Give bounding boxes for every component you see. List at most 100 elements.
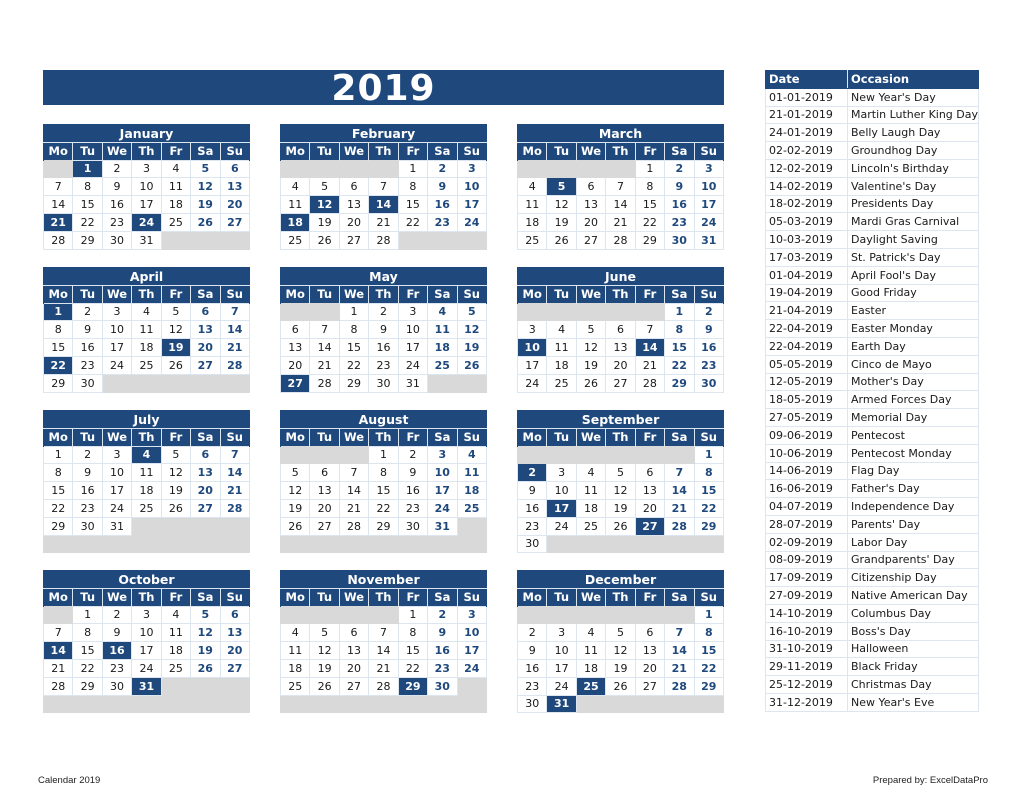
holiday-day-cell: 22 <box>42 355 74 375</box>
day-cell: 1 <box>72 605 103 625</box>
occasion-date: 05-03-2019 <box>765 212 848 232</box>
empty-cell <box>131 516 162 536</box>
day-cell: 5 <box>160 445 192 465</box>
weekday-header: Fr <box>634 285 666 304</box>
occasion-row: 04-07-2019 Independence Day <box>765 497 979 516</box>
day-cell: 15 <box>397 641 429 660</box>
day-cell: 1 <box>693 605 725 625</box>
day-cell: 8 <box>42 320 74 340</box>
month-name: February <box>280 124 487 143</box>
occasion-date: 09-06-2019 <box>765 425 848 445</box>
day-cell: 19 <box>190 641 221 660</box>
day-cell: 1 <box>338 302 370 322</box>
occasion-date: 22-04-2019 <box>765 319 848 338</box>
holiday-day-cell: 31 <box>546 694 577 714</box>
day-cell: 8 <box>368 463 399 483</box>
month-january: January Mo Tu We Th Fr Sa Su 1 2 3 4 5 6 7 8 9 10 11 12 13 14… <box>42 124 251 250</box>
day-cell: 2 <box>72 302 103 322</box>
month-name: March <box>517 124 724 143</box>
empty-cell <box>634 694 666 714</box>
empty-cell <box>190 230 221 250</box>
day-cell: 3 <box>546 463 577 483</box>
day-cell: 24 <box>546 676 577 696</box>
week-row: 30 31 <box>516 694 725 714</box>
empty-cell <box>516 159 548 179</box>
empty-cell <box>397 534 429 554</box>
occasion-name: Columbus Day <box>847 603 979 623</box>
occasion-date: 31-10-2019 <box>765 639 848 659</box>
day-cell: 28 <box>664 516 695 536</box>
empty-cell <box>279 534 311 554</box>
occasion-name: Boss's Day <box>847 621 979 641</box>
day-cell: 7 <box>219 302 251 322</box>
day-cell: 15 <box>693 481 725 500</box>
day-cell: 30 <box>516 534 548 554</box>
day-cell: 9 <box>72 320 103 340</box>
day-cell: 8 <box>693 623 725 643</box>
occasion-date: 16-10-2019 <box>765 621 848 641</box>
day-cell: 27 <box>190 355 221 375</box>
day-cell: 6 <box>219 159 251 179</box>
empty-cell <box>338 159 370 179</box>
empty-cell <box>219 516 251 536</box>
occasion-row: 18-05-2019 Armed Forces Day <box>765 390 979 410</box>
weekday-header: Su <box>456 428 488 447</box>
empty-cell <box>368 159 399 179</box>
day-cell: 17 <box>131 641 162 660</box>
day-cell: 18 <box>546 355 577 375</box>
day-cell: 23 <box>427 658 458 678</box>
occasion-row: 16-06-2019 Father's Day <box>765 479 979 499</box>
day-cell: 1 <box>634 159 666 179</box>
weekday-header: Mo <box>279 428 311 447</box>
weekday-header: Su <box>219 428 251 447</box>
day-cell: 4 <box>160 605 192 625</box>
occasion-name: Armed Forces Day <box>847 390 979 410</box>
day-cell: 15 <box>397 195 429 214</box>
holiday-day-cell: 27 <box>279 373 311 393</box>
weekday-header: We <box>338 428 370 447</box>
day-cell: 2 <box>516 623 548 643</box>
empty-cell <box>516 302 548 322</box>
weekday-header-row: Mo Tu We Th Fr Sa Su <box>516 588 725 607</box>
day-cell: 16 <box>664 195 695 214</box>
day-cell: 5 <box>575 320 607 340</box>
day-cell: 1 <box>664 302 695 322</box>
occasion-date: 22-04-2019 <box>765 336 848 356</box>
day-cell: 16 <box>72 338 103 357</box>
weekday-header: Su <box>219 285 251 304</box>
empty-cell <box>190 694 221 714</box>
day-cell: 31 <box>131 230 162 250</box>
weekday-header: Fr <box>160 142 192 161</box>
weekday-header: Th <box>368 285 399 304</box>
weekday-header: Tu <box>546 588 577 607</box>
occasion-column-header: Occasion <box>847 70 979 89</box>
week-row: 5 6 7 8 9 10 11 <box>279 463 488 483</box>
day-cell: 27 <box>575 230 607 250</box>
weekday-header: Tu <box>546 142 577 161</box>
day-cell: 29 <box>72 676 103 696</box>
day-cell: 11 <box>131 463 162 483</box>
occasion-row: 24-01-2019 Belly Laugh Day <box>765 123 979 143</box>
holiday-day-cell: 17 <box>546 498 577 518</box>
empty-cell <box>605 445 636 465</box>
day-cell: 21 <box>338 498 370 518</box>
week-row: 123456 <box>42 605 251 625</box>
week-row: 16 17 18 19 20 21 22 <box>516 498 725 518</box>
week-row: 18 19 20 21 22 23 24 <box>279 658 488 678</box>
day-cell: 13 <box>575 195 607 214</box>
empty-cell <box>338 605 370 625</box>
day-cell: 24 <box>456 658 488 678</box>
empty-cell <box>456 230 488 250</box>
day-cell: 7 <box>664 463 695 483</box>
week-row: 25 26 27 28 <box>279 230 488 250</box>
day-cell: 21 <box>309 355 340 375</box>
day-cell: 15 <box>72 195 103 214</box>
occasion-date: 27-09-2019 <box>765 586 848 605</box>
month-name: December <box>517 570 724 589</box>
weekday-header: Sa <box>664 588 695 607</box>
occasion-name: Presidents Day <box>847 194 979 214</box>
empty-cell <box>219 534 251 554</box>
day-cell: 10 <box>456 177 488 197</box>
weekday-header: Su <box>693 428 725 447</box>
empty-cell <box>279 694 311 714</box>
